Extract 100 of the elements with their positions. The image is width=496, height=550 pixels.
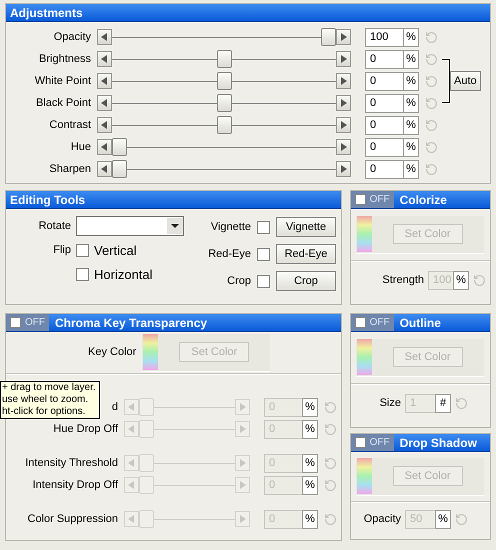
set-color-button[interactable]: Set Color xyxy=(392,466,463,486)
value-field[interactable]: 100 xyxy=(365,28,403,46)
checkbox[interactable] xyxy=(76,268,89,281)
slider-label: Intensity Threshold xyxy=(25,456,118,471)
left-arrow-button[interactable] xyxy=(97,139,112,155)
left-arrow-button[interactable] xyxy=(97,161,112,177)
reset-icon[interactable] xyxy=(425,96,438,110)
tooltip: + drag to move layer. use wheel to zoom. ht-click for options. xyxy=(0,381,100,419)
reset-icon[interactable] xyxy=(425,30,438,44)
checkbox[interactable] xyxy=(257,220,270,234)
slider-thumb[interactable] xyxy=(216,72,232,90)
right-triangle-icon xyxy=(340,99,347,107)
reset-icon[interactable] xyxy=(425,118,438,132)
slider-thumb[interactable] xyxy=(321,28,336,46)
color-swatch[interactable] xyxy=(356,339,372,375)
slider-label: Color Suppression xyxy=(28,512,118,527)
right-arrow-button[interactable] xyxy=(336,139,351,155)
toggle-switch[interactable]: OFF xyxy=(350,314,394,331)
checkbox[interactable] xyxy=(76,244,89,257)
reset-icon[interactable] xyxy=(425,140,438,154)
slider-label: Brightness xyxy=(39,52,91,67)
right-triangle-icon xyxy=(340,143,347,151)
right-triangle-icon xyxy=(239,425,246,433)
right-arrow-button[interactable] xyxy=(336,29,351,45)
checkbox-label: Horizontal xyxy=(94,266,153,284)
toggle-switch[interactable]: OFF xyxy=(350,191,394,208)
left-arrow-button[interactable] xyxy=(97,95,112,111)
unit-label: % xyxy=(302,420,318,438)
right-arrow-button[interactable] xyxy=(336,161,351,177)
slider-label: Opacity xyxy=(54,30,91,45)
reset-icon[interactable] xyxy=(425,74,438,88)
reset-icon[interactable] xyxy=(455,397,468,410)
unit-label: % xyxy=(403,94,419,112)
set-color-button[interactable]: Set Color xyxy=(179,342,250,362)
panel-title: Colorize xyxy=(398,192,447,208)
left-arrow-button[interactable] xyxy=(97,73,112,89)
reset-icon[interactable] xyxy=(324,456,337,470)
value-field[interactable]: 0 xyxy=(365,138,403,156)
slider-thumb[interactable] xyxy=(216,50,232,68)
slider-thumb[interactable] xyxy=(216,116,232,134)
reset-icon[interactable] xyxy=(324,478,337,492)
left-triangle-icon xyxy=(101,33,108,41)
reset-icon[interactable] xyxy=(473,274,486,287)
right-arrow-button[interactable] xyxy=(336,95,351,111)
value-field[interactable]: 0 xyxy=(365,50,403,68)
right-triangle-icon xyxy=(239,459,246,467)
checkbox[interactable] xyxy=(257,248,270,260)
right-triangle-icon xyxy=(239,403,246,411)
right-arrow-button[interactable] xyxy=(336,117,351,133)
rotate-dropdown[interactable] xyxy=(76,216,184,236)
reset-icon[interactable] xyxy=(324,512,337,526)
value-field[interactable]: 0 xyxy=(365,116,403,134)
tool-button[interactable]: Crop xyxy=(276,271,336,291)
checkbox-label: Vertical xyxy=(94,242,137,260)
rotate-label: Rotate xyxy=(38,218,71,234)
slider-label: Contrast xyxy=(49,118,91,133)
color-swatch[interactable] xyxy=(143,334,158,370)
left-triangle-icon xyxy=(101,77,108,85)
right-arrow-button[interactable] xyxy=(336,73,351,89)
reset-icon[interactable] xyxy=(455,513,468,526)
slider-label: Intensity Drop Off xyxy=(32,478,118,493)
slider-label: Hue xyxy=(70,140,91,155)
set-color-button[interactable]: Set Color xyxy=(392,224,463,244)
tool-label: Red-Eye xyxy=(207,246,251,262)
tool-label: Vignette xyxy=(210,220,251,235)
reset-icon[interactable] xyxy=(324,400,337,414)
reset-icon[interactable] xyxy=(324,422,337,436)
reset-icon[interactable] xyxy=(425,52,438,66)
tool-button[interactable]: Vignette xyxy=(276,217,336,237)
unit-label: # xyxy=(435,394,451,413)
left-triangle-icon xyxy=(101,143,108,151)
left-triangle-icon xyxy=(128,515,135,523)
slider-label: Sharpen xyxy=(49,162,91,177)
auto-button[interactable]: Auto xyxy=(450,71,481,91)
slider-label: d xyxy=(112,400,118,415)
set-color-button[interactable]: Set Color xyxy=(392,347,463,367)
panel-title: Drop Shadow xyxy=(398,435,477,451)
slider-thumb[interactable] xyxy=(112,138,127,156)
toggle-switch[interactable]: OFF xyxy=(6,314,49,331)
color-swatch[interactable] xyxy=(356,458,372,494)
slider-label: Hue Drop Off xyxy=(53,422,118,437)
toggle-switch[interactable]: OFF xyxy=(350,434,394,451)
value-field[interactable]: 0 xyxy=(365,94,403,112)
checkbox[interactable] xyxy=(257,274,270,288)
slider-thumb[interactable] xyxy=(216,94,232,112)
opacity-label: Opacity xyxy=(364,512,401,528)
value-field[interactable]: 0 xyxy=(365,72,403,90)
tool-button[interactable]: Red-Eye xyxy=(276,244,336,264)
value-field[interactable]: 0 xyxy=(365,160,403,178)
flip-label: Flip xyxy=(52,243,71,258)
left-triangle-icon xyxy=(128,459,135,467)
unit-label: % xyxy=(302,398,318,416)
left-arrow-button[interactable] xyxy=(97,51,112,67)
color-swatch[interactable] xyxy=(356,216,372,252)
left-arrow-button[interactable] xyxy=(97,29,112,45)
slider-label: Black Point xyxy=(36,96,91,111)
right-arrow-button[interactable] xyxy=(336,51,351,67)
reset-icon[interactable] xyxy=(425,162,438,176)
slider-thumb[interactable] xyxy=(112,160,127,178)
left-arrow-button[interactable] xyxy=(97,117,112,133)
